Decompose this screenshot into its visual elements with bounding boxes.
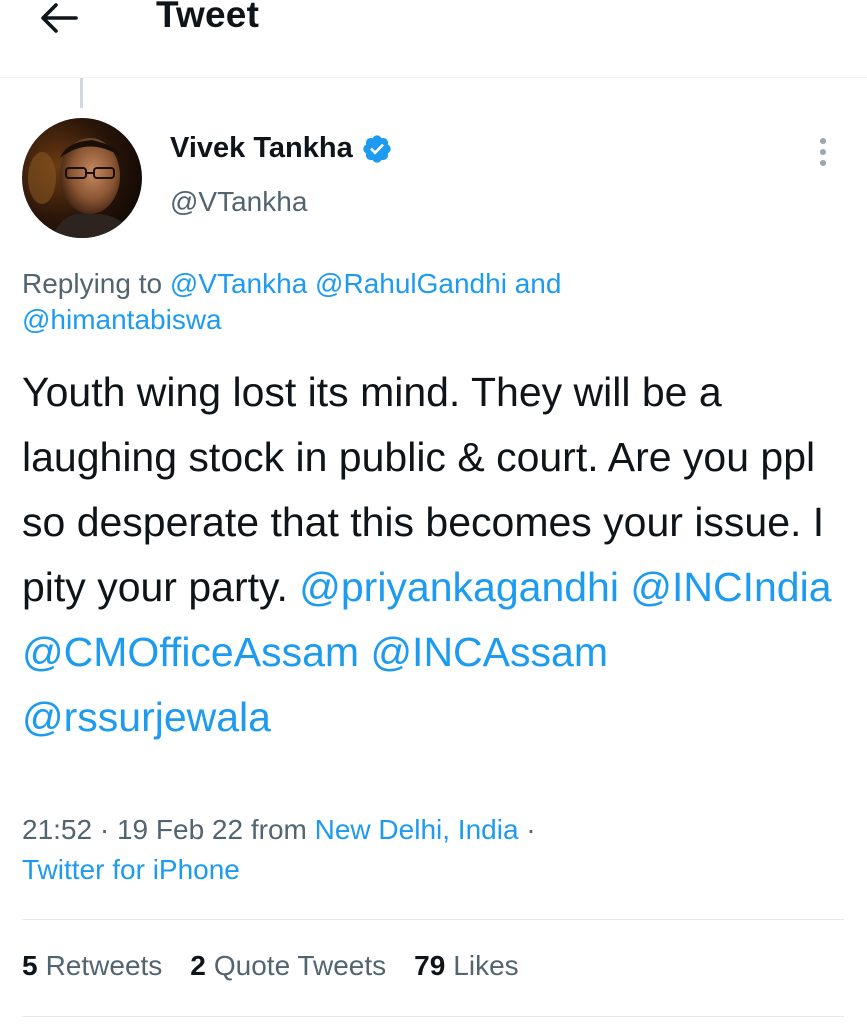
tweet-mention-link[interactable]: @INCAssam [370,629,608,675]
tweet-meta: 21:52 · 19 Feb 22 from New Delhi, India … [22,814,536,885]
tweet-mention-link[interactable]: @priyankagandhi [299,564,619,610]
divider [22,919,844,920]
tweet-time[interactable]: 21:52 [22,814,92,845]
tweet-location-link[interactable]: New Delhi, India [315,814,519,845]
reply-conjunction-link[interactable]: and [515,268,562,299]
back-button[interactable] [36,0,80,36]
tweet-mention-link[interactable]: @rssurjewala [22,694,271,740]
retweets-count: 5 [22,950,38,981]
from-label: from [250,814,307,845]
reply-mention-link[interactable]: @himantabiswa [22,304,222,335]
replying-to: Replying to @VTankha @RahulGandhi and @h… [22,266,852,338]
author-name-row[interactable]: Vivek Tankha [170,132,393,165]
tweet-date[interactable]: 19 Feb 22 [117,814,243,845]
author-handle[interactable]: @VTankha [170,186,307,218]
engagement-stats: 5 Retweets 2 Quote Tweets 79 Likes [22,950,547,982]
avatar-image [22,118,142,238]
likes-label: Likes [453,950,519,981]
page-title: Tweet [156,0,260,35]
quote-tweets-label: Quote Tweets [213,950,387,981]
retweets-stat[interactable]: 5 Retweets [22,950,162,982]
divider [22,1016,844,1017]
verified-badge-icon [363,134,391,163]
reply-mention-link[interactable]: @RahulGandhi [315,268,507,299]
arrow-left-icon [41,3,78,33]
quote-tweets-count: 2 [190,950,206,981]
more-dot-icon [820,138,826,144]
reply-mention-link[interactable]: @VTankha [170,268,307,299]
top-bar: Tweet [0,0,867,78]
replying-prefix: Replying to [22,268,163,299]
more-dot-icon [820,160,826,166]
author-name: Vivek Tankha [170,132,353,164]
retweets-label: Retweets [45,950,163,981]
more-dot-icon [820,149,826,155]
thread-connector [80,78,83,108]
likes-count: 79 [414,950,446,981]
likes-stat[interactable]: 79 Likes [414,950,519,982]
tweet-source-link[interactable]: Twitter for iPhone [22,854,240,885]
tweet-mention-link[interactable]: @INCIndia [630,564,831,610]
more-options-button[interactable] [808,134,838,170]
tweet-mention-link[interactable]: @CMOfficeAssam [22,629,359,675]
avatar[interactable] [22,118,142,238]
tweet-text: Youth wing lost its mind. They will be a… [22,360,852,750]
quote-tweets-stat[interactable]: 2 Quote Tweets [190,950,386,982]
